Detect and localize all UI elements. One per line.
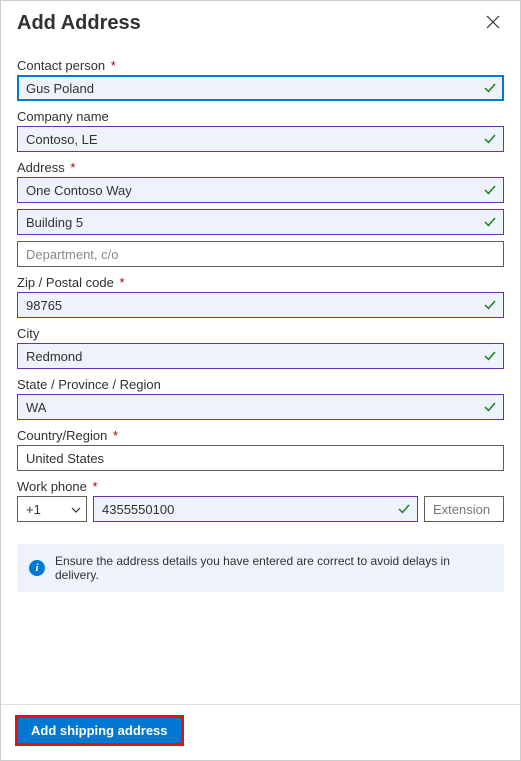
phone-label: Work phone * bbox=[17, 479, 504, 494]
company-label: Company name bbox=[17, 109, 504, 124]
city-input[interactable] bbox=[17, 343, 504, 369]
add-shipping-address-button[interactable]: Add shipping address bbox=[17, 717, 182, 744]
address-label: Address * bbox=[17, 160, 504, 175]
zip-label: Zip / Postal code * bbox=[17, 275, 504, 290]
country-input[interactable] bbox=[17, 445, 504, 471]
company-input[interactable] bbox=[17, 126, 504, 152]
country-code-select[interactable] bbox=[17, 496, 87, 522]
info-banner: i Ensure the address details you have en… bbox=[17, 544, 504, 592]
info-icon: i bbox=[29, 560, 45, 576]
contact-label: Contact person * bbox=[17, 58, 504, 73]
country-label: Country/Region * bbox=[17, 428, 504, 443]
info-message: Ensure the address details you have ente… bbox=[55, 554, 492, 582]
zip-input[interactable] bbox=[17, 292, 504, 318]
close-icon bbox=[486, 16, 500, 33]
extension-input[interactable] bbox=[424, 496, 504, 522]
panel-title: Add Address bbox=[17, 12, 141, 35]
state-input[interactable] bbox=[17, 394, 504, 420]
contact-input[interactable] bbox=[17, 75, 504, 101]
phone-input[interactable] bbox=[93, 496, 418, 522]
address-line2-input[interactable] bbox=[17, 209, 504, 235]
city-label: City bbox=[17, 326, 504, 341]
close-button[interactable] bbox=[482, 11, 504, 36]
state-label: State / Province / Region bbox=[17, 377, 504, 392]
address-line3-input[interactable] bbox=[17, 241, 504, 267]
address-line1-input[interactable] bbox=[17, 177, 504, 203]
